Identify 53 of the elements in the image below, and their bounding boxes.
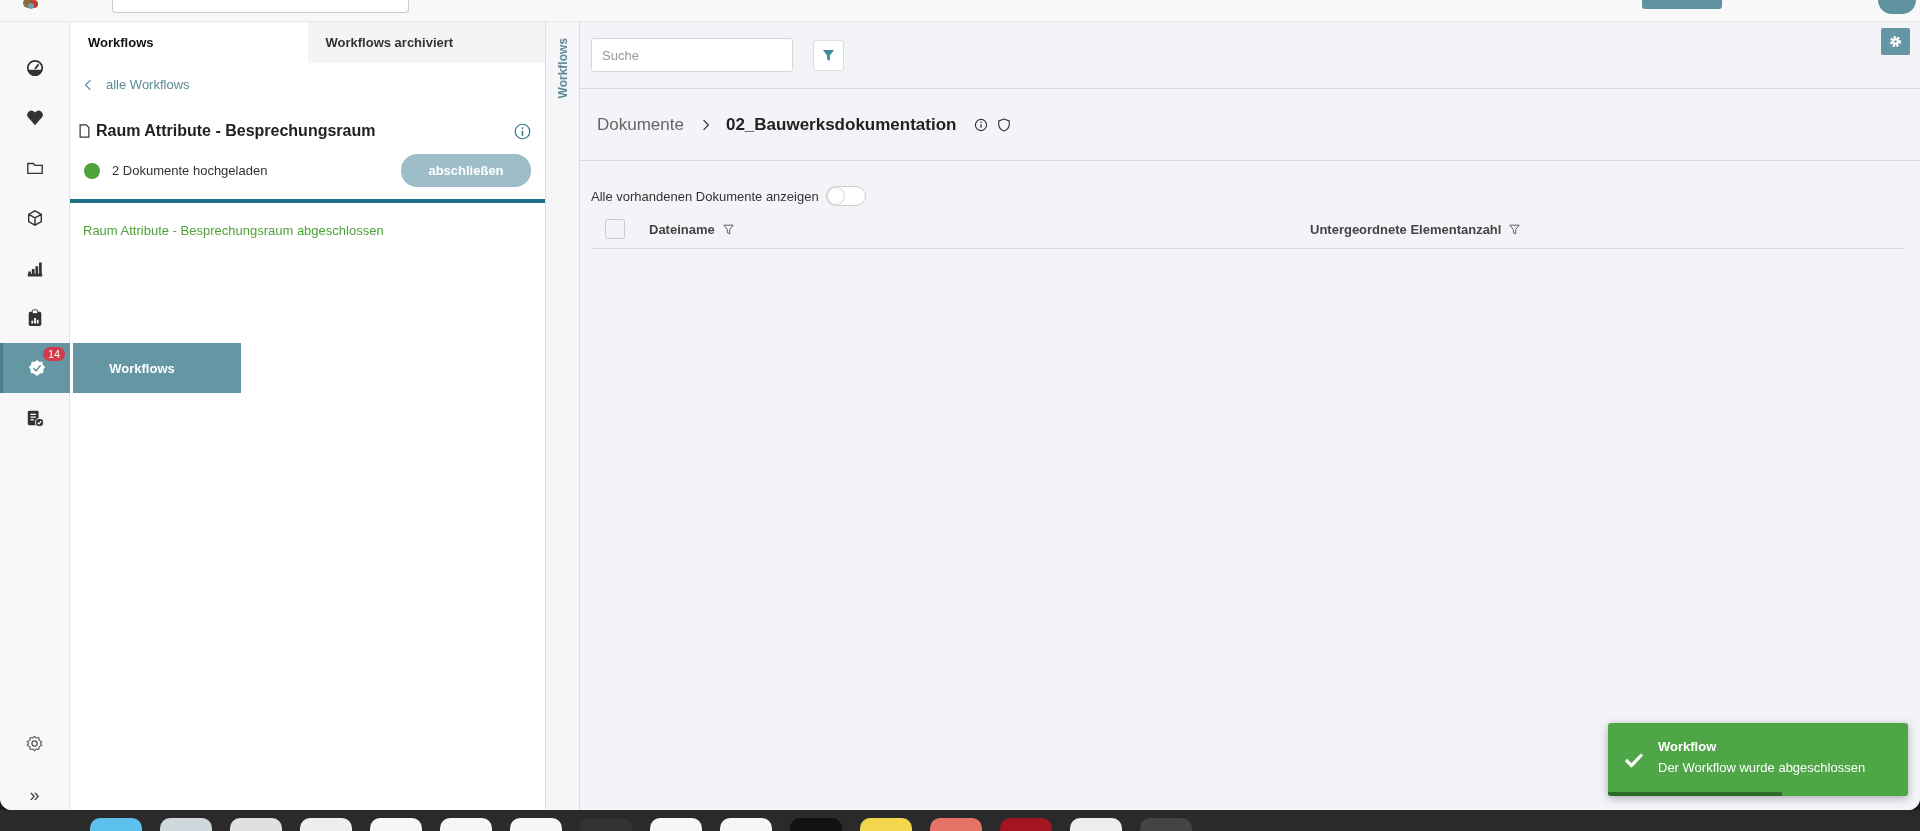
select-all-checkbox[interactable] xyxy=(605,219,625,239)
app-icon[interactable] xyxy=(440,818,492,831)
gauge-icon xyxy=(26,59,44,77)
avatar[interactable] xyxy=(1878,0,1916,14)
status-text: 2 Dokumente hochgeladen xyxy=(112,163,269,178)
filter-button[interactable] xyxy=(813,39,844,71)
app-icon[interactable] xyxy=(860,818,912,831)
app-icon[interactable] xyxy=(160,818,212,831)
app-icon[interactable] xyxy=(1070,818,1122,831)
search-field[interactable] xyxy=(112,0,409,13)
chevron-right-icon xyxy=(701,118,710,131)
app-icon[interactable] xyxy=(510,818,562,831)
toggle-switch[interactable] xyxy=(825,186,866,206)
collapsed-panel-tab[interactable]: Workflows xyxy=(555,38,570,99)
toast-message: Der Workflow wurde abgeschlossen xyxy=(1658,759,1866,775)
app-icon[interactable] xyxy=(90,818,142,831)
document-check-icon xyxy=(26,409,44,427)
workflow-title: Raum Attribute - Besprechungsraum xyxy=(96,122,377,140)
settings-button[interactable] xyxy=(1881,27,1910,55)
document-icon xyxy=(79,124,90,138)
chevron-left-icon xyxy=(84,78,92,91)
toast-title: Workflow xyxy=(1658,738,1718,754)
status-dot xyxy=(84,162,100,179)
filter-icon[interactable] xyxy=(1509,223,1521,235)
heart-icon xyxy=(26,109,44,127)
clipboard-chart-icon xyxy=(26,309,44,327)
checkmark-icon xyxy=(1624,751,1644,768)
gear-icon xyxy=(1889,34,1902,48)
notification-badge: 14 xyxy=(43,347,66,361)
search-field[interactable]: Suche xyxy=(591,38,793,72)
tooltip: Workflows xyxy=(73,343,241,393)
column-header[interactable]: Dateiname xyxy=(649,221,715,237)
filter-icon xyxy=(822,48,835,62)
toggle-label: Alle vorhandenen Dokumente anzeigen xyxy=(591,188,819,204)
settings-icon[interactable] xyxy=(26,735,43,752)
filter-icon[interactable] xyxy=(722,223,734,235)
app-icon[interactable] xyxy=(370,818,422,831)
app-icon[interactable] xyxy=(230,818,282,831)
app-icon[interactable] xyxy=(300,818,352,831)
column-header[interactable]: Untergeordnete Elementanzahl xyxy=(1310,221,1502,237)
logo-icon xyxy=(22,0,38,10)
app-icon[interactable] xyxy=(720,818,772,831)
shield-icon[interactable] xyxy=(998,117,1011,132)
cube-icon xyxy=(26,209,44,227)
tab[interactable]: Workflows archiviert xyxy=(307,22,545,63)
app-icon[interactable] xyxy=(650,818,702,831)
info-icon[interactable] xyxy=(974,117,989,132)
breadcrumb-item[interactable]: Dokumente xyxy=(597,114,684,135)
breadcrumb-item: 02_Bauwerksdokumentation xyxy=(725,114,957,135)
back-link[interactable]: alle Workflows xyxy=(106,77,190,92)
expand-sidebar-button[interactable]: » xyxy=(29,786,40,804)
badge-check-icon xyxy=(27,359,46,377)
success-message: Raum Attribute - Besprechungsraum abgeschlossen xyxy=(82,222,385,238)
